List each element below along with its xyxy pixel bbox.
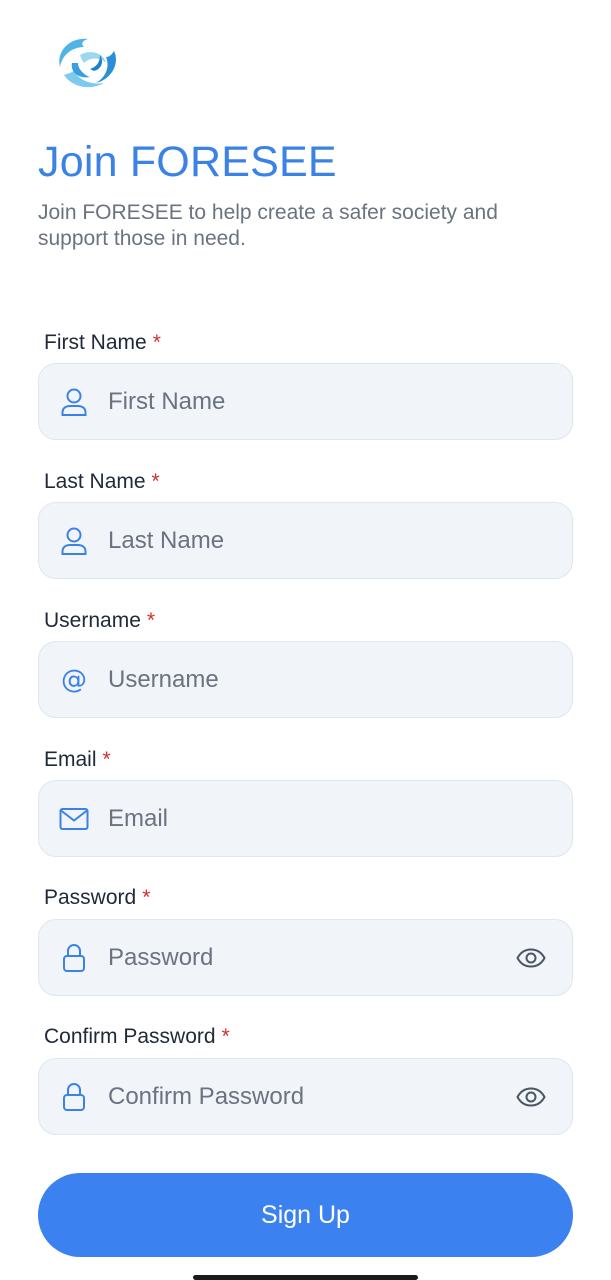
username-field[interactable]: @	[38, 641, 573, 718]
person-icon	[58, 525, 90, 557]
required-marker: *	[221, 1025, 230, 1048]
required-marker: *	[146, 609, 156, 632]
confirm-password-label-text: Confirm Password	[44, 1025, 216, 1048]
eye-icon[interactable]	[514, 941, 548, 975]
username-input[interactable]	[108, 642, 572, 717]
confirm-password-field[interactable]	[38, 1058, 573, 1135]
home-indicator[interactable]	[193, 1275, 418, 1280]
mail-icon	[58, 803, 90, 835]
email-label-text: Email	[44, 748, 97, 771]
username-label: Username *	[44, 609, 155, 633]
password-label: Password *	[44, 886, 150, 910]
eye-icon[interactable]	[514, 1080, 548, 1114]
confirm-password-input[interactable]	[108, 1059, 514, 1134]
foresee-logo-icon	[59, 38, 116, 88]
confirm-password-label: Confirm Password *	[44, 1025, 230, 1049]
person-icon	[58, 386, 90, 418]
at-icon: @	[58, 664, 90, 696]
email-label: Email *	[44, 748, 111, 772]
password-label-text: Password	[44, 886, 137, 909]
first-name-label-text: First Name	[44, 331, 147, 354]
username-label-text: Username	[44, 609, 141, 632]
required-marker: *	[102, 748, 111, 771]
last-name-label: Last Name *	[44, 470, 160, 494]
last-name-label-text: Last Name	[44, 470, 146, 493]
at-icon-glyph: @	[61, 664, 87, 695]
first-name-label: First Name *	[44, 331, 161, 355]
required-marker: *	[142, 886, 151, 909]
required-marker: *	[151, 470, 160, 493]
lock-icon	[58, 1081, 90, 1113]
page-subtitle: Join FORESEE to help create a safer soci…	[38, 201, 498, 250]
sign-up-button[interactable]: Sign Up	[38, 1173, 573, 1257]
email-field[interactable]	[38, 780, 573, 857]
first-name-field[interactable]	[38, 363, 573, 440]
password-field[interactable]	[38, 919, 573, 996]
last-name-field[interactable]	[38, 502, 573, 579]
signup-screen: Join FORESEE Join FORESEE to help create…	[0, 0, 611, 1280]
last-name-input[interactable]	[108, 503, 572, 578]
lock-icon	[58, 942, 90, 974]
password-input[interactable]	[108, 920, 514, 995]
page-title: Join FORESEE	[38, 138, 337, 186]
email-input[interactable]	[108, 781, 572, 856]
required-marker: *	[152, 331, 161, 354]
first-name-input[interactable]	[108, 364, 572, 439]
